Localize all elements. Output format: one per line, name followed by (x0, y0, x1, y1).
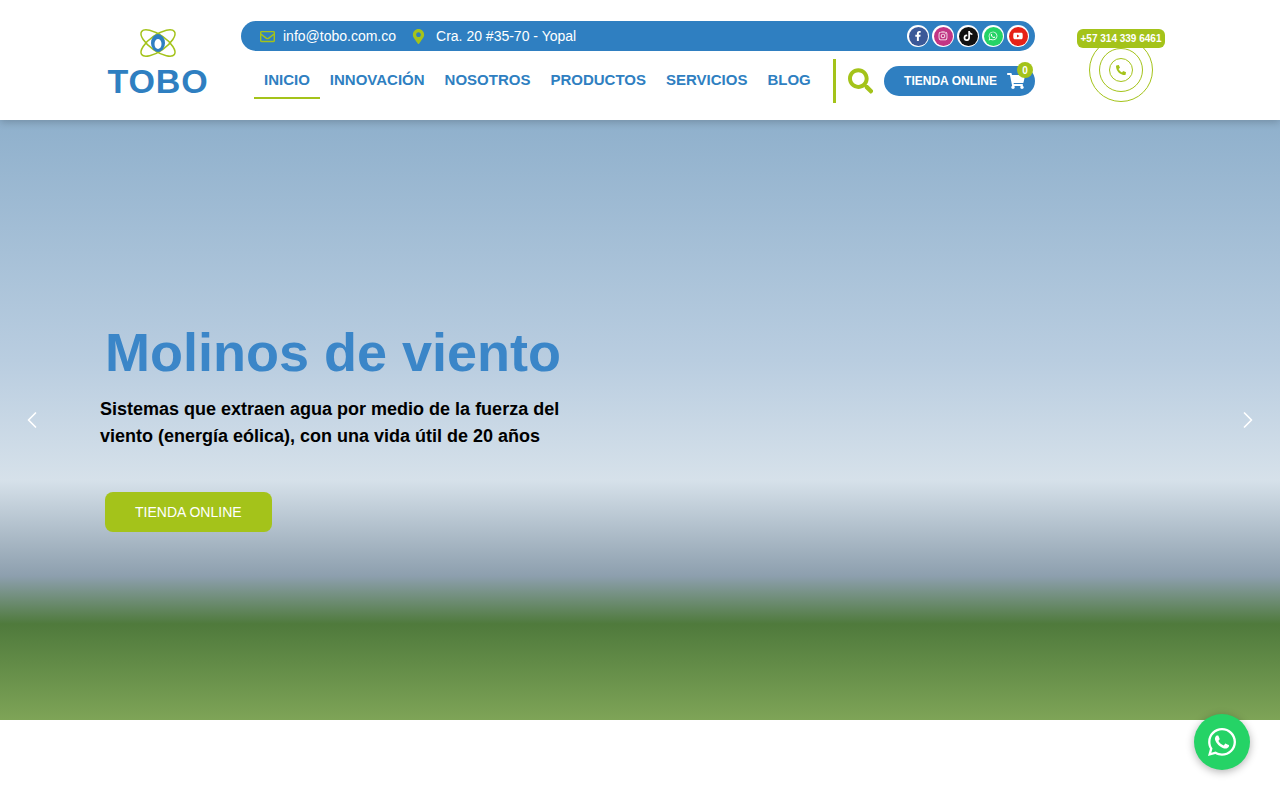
page: TOBO info@tobo.com.co Cra. 20 #35-70 - Yop… (0, 0, 1280, 800)
nav-item[interactable]: INICIO (254, 63, 320, 100)
social-link[interactable] (982, 25, 1004, 47)
whatsapp-float-button[interactable] (1194, 714, 1250, 770)
cart-button[interactable]: TIENDA ONLINE0 (884, 66, 1035, 96)
main-nav: INICIOINNOVACIÓNNOSOTROSPRODUCTOSSERVICI… (254, 63, 821, 100)
previous-slide-icon[interactable] (18, 404, 46, 436)
header-center: info@tobo.com.coCra. 20 #35-70 - YopalIN… (241, 0, 1035, 103)
email[interactable]: info@tobo.com.co (283, 26, 396, 47)
logo[interactable]: TOBO (108, 22, 208, 98)
address[interactable]: Cra. 20 #35-70 - Yopal (436, 26, 576, 47)
whatsapp-icon (988, 31, 998, 41)
social-links (907, 25, 1029, 47)
hero-title: Molinos de viento (105, 320, 1280, 384)
social-link[interactable] (1007, 25, 1029, 47)
next-slide-icon[interactable] (1234, 404, 1262, 436)
search-icon[interactable] (848, 68, 873, 94)
instagram-icon (938, 31, 948, 41)
hero-shop-button[interactable]: TIENDA ONLINE (105, 492, 272, 532)
facebook-icon (913, 31, 923, 41)
social-link[interactable] (907, 25, 929, 47)
phone-number[interactable]: +57 314 339 6461 (1077, 29, 1166, 48)
atom-logo-icon (135, 22, 181, 64)
hero-subtitle: Sistemas que extraen agua por medio de l… (100, 396, 580, 450)
nav-item[interactable]: BLOG (757, 63, 820, 100)
nav-item[interactable]: NOSOTROS (435, 63, 541, 100)
phone-widget[interactable]: +57 314 339 6461 (1073, 29, 1169, 109)
nav-item[interactable]: INNOVACIÓN (320, 63, 435, 100)
whatsapp-icon (1206, 726, 1238, 758)
nav-row: INICIOINNOVACIÓNNOSOTROSPRODUCTOSSERVICI… (241, 59, 1035, 103)
youtube-icon (1013, 31, 1023, 41)
nav-divider (833, 59, 836, 103)
social-link[interactable] (957, 25, 979, 47)
nav-item[interactable]: PRODUCTOS (540, 63, 656, 100)
header: TOBO info@tobo.com.co Cra. 20 #35-70 - Yop… (0, 0, 1280, 120)
nav-item[interactable]: SERVICIOS (656, 63, 757, 100)
top-bar: info@tobo.com.co Cra. 20 #35-70 - Yopal (241, 21, 1035, 51)
location-icon (412, 29, 425, 44)
social-link[interactable] (932, 25, 954, 47)
phone-icon (1116, 65, 1126, 75)
envelope-icon (260, 29, 275, 44)
hero-slider: Molinos de viento Sistemas que extraen ag… (0, 120, 1280, 720)
hero-content: Molinos de viento Sistemas que extraen ag… (0, 120, 1280, 532)
cart-count: 0 (1017, 62, 1033, 78)
tiktok-icon (963, 31, 973, 41)
